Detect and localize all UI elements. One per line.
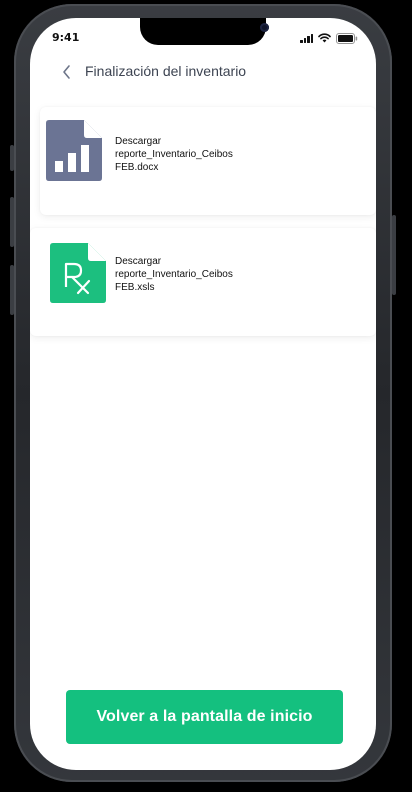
volume-down-button <box>10 265 14 315</box>
status-time: 9:41 <box>52 31 80 44</box>
download-label-line: FEB.docx <box>115 162 159 173</box>
wifi-icon <box>318 33 331 43</box>
bar-chart-document-icon <box>46 120 102 181</box>
download-label-line: reporte_Inventario_Ceibos <box>115 149 233 160</box>
download-card-docx[interactable]: Descargar reporte_Inventario_Ceibos FEB.… <box>40 107 376 215</box>
download-label: Descargar reporte_Inventario_Ceibos FEB.… <box>115 255 285 294</box>
battery-icon <box>336 32 358 44</box>
download-label: Descargar reporte_Inventario_Ceibos FEB.… <box>115 135 285 174</box>
page-title: Finalización del inventario <box>85 63 247 79</box>
cellular-signal-icon <box>300 33 313 43</box>
chevron-left-icon <box>63 65 70 79</box>
download-label-line: Descargar <box>115 136 162 147</box>
header: Finalización del inventario <box>30 60 376 84</box>
volume-up-button <box>10 197 14 247</box>
mute-switch <box>10 145 14 171</box>
power-button <box>392 215 396 295</box>
download-label-line: Descargar <box>115 256 162 267</box>
back-button[interactable] <box>58 62 74 82</box>
download-label-line: FEB.xsls <box>115 282 155 293</box>
notch <box>140 18 269 45</box>
status-icons <box>300 32 358 44</box>
download-card-xsls[interactable]: Descargar reporte_Inventario_Ceibos FEB.… <box>30 228 376 336</box>
front-camera <box>260 23 269 32</box>
rx-document-icon <box>50 243 106 303</box>
download-label-line: reporte_Inventario_Ceibos <box>115 269 233 280</box>
back-to-home-button[interactable]: Volver a la pantalla de inicio <box>66 690 343 744</box>
screen: 9:41 Finalización del inventario Descarg… <box>30 18 376 770</box>
